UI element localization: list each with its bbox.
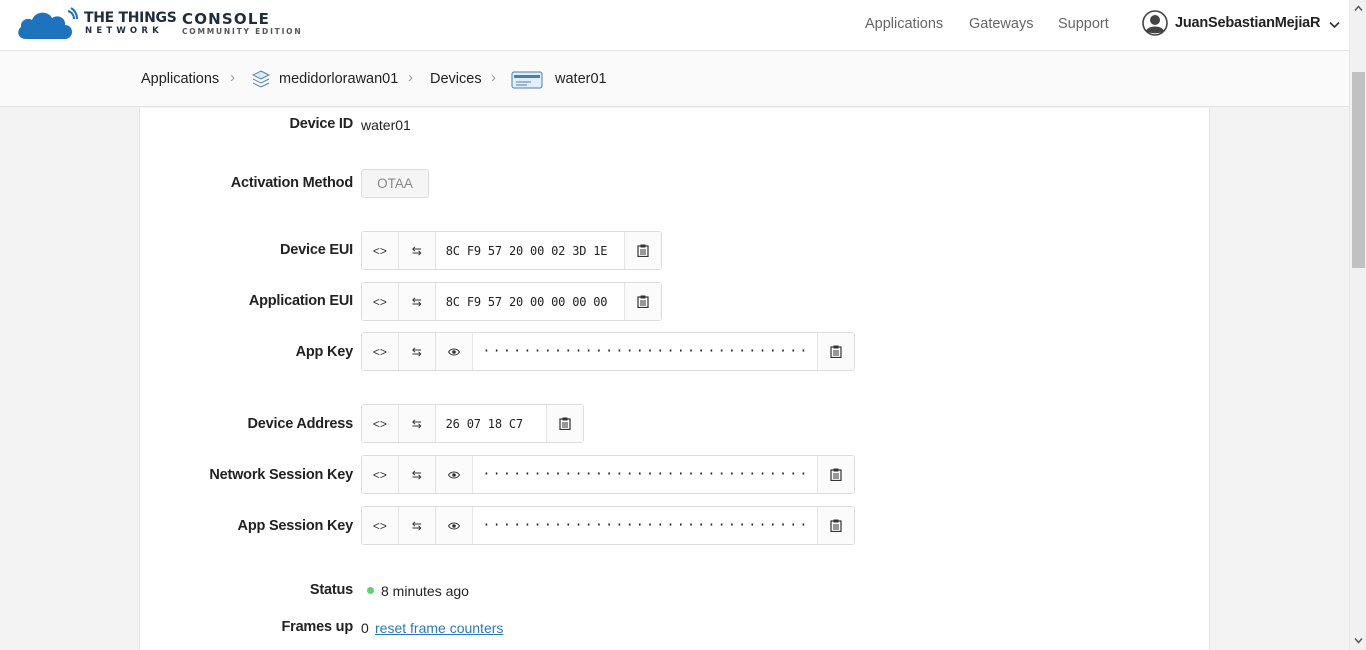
brand-line1: THE THINGS: [84, 10, 177, 26]
clipboard-icon[interactable]: [818, 456, 854, 493]
application-eui-value: 8C F9 57 20 00 00 00 00: [435, 283, 626, 320]
code-format-icon[interactable]: <>: [362, 405, 399, 442]
code-format-icon[interactable]: <>: [362, 283, 399, 320]
breadcrumb: Applications › medidorlorawan01 › Device…: [0, 51, 1349, 107]
frames-up-value: 0: [361, 620, 369, 636]
network-session-key-label: Network Session Key: [209, 467, 353, 483]
console-line2: COMMUNITY EDITION: [182, 27, 303, 36]
application-icon: [252, 70, 270, 88]
code-format-icon[interactable]: <>: [362, 507, 399, 544]
application-eui-label: Application EUI: [248, 293, 353, 309]
device-eui-label: Device EUI: [280, 242, 353, 258]
clipboard-icon[interactable]: [547, 405, 583, 442]
ttn-logo[interactable]: [16, 6, 78, 42]
status-label: Status: [309, 582, 353, 598]
clipboard-icon[interactable]: [625, 232, 661, 269]
brand-line2: NETWORK: [85, 26, 163, 36]
top-header: THE THINGS NETWORK CONSOLE COMMUNITY EDI…: [0, 0, 1349, 51]
status-indicator-dot: [367, 587, 374, 594]
breadcrumb-separator: ›: [408, 69, 413, 86]
frames-up-label: Frames up: [281, 619, 353, 635]
eye-icon[interactable]: [435, 507, 473, 544]
reset-frame-counters-link[interactable]: reset frame counters: [375, 620, 503, 636]
breadcrumb-application[interactable]: medidorlorawan01: [279, 71, 398, 87]
app-session-key-field: <> ⇆ ································: [361, 506, 855, 545]
nav-support[interactable]: Support: [1058, 16, 1109, 32]
cloud-icon: [18, 7, 78, 39]
app-key-label: App Key: [295, 344, 354, 360]
brand-name: THE THINGS NETWORK: [84, 10, 177, 37]
breadcrumb-devices[interactable]: Devices: [430, 71, 482, 87]
swap-byte-order-icon[interactable]: ⇆: [398, 456, 436, 493]
device-icon: [511, 71, 543, 89]
eye-icon[interactable]: [435, 456, 473, 493]
eye-icon[interactable]: [435, 333, 473, 370]
clipboard-icon[interactable]: [625, 283, 661, 320]
swap-byte-order-icon[interactable]: ⇆: [398, 405, 436, 442]
swap-byte-order-icon[interactable]: ⇆: [398, 232, 436, 269]
swap-byte-order-icon[interactable]: ⇆: [398, 283, 436, 320]
device-address-field: <> ⇆ 26 07 18 C7: [361, 404, 584, 443]
user-menu[interactable]: JuanSebastianMejiaR: [1142, 10, 1340, 36]
code-format-icon[interactable]: <>: [362, 333, 399, 370]
scroll-down-arrow-icon[interactable]: [1354, 636, 1363, 645]
device-address-value: 26 07 18 C7: [435, 405, 548, 442]
nav-gateways[interactable]: Gateways: [969, 16, 1033, 32]
scroll-up-arrow-icon[interactable]: [1354, 4, 1363, 13]
breadcrumb-device: water01: [555, 71, 607, 87]
user-name: JuanSebastianMejiaR: [1175, 15, 1321, 31]
app-session-key-value: ································: [473, 507, 819, 544]
code-format-icon[interactable]: <>: [362, 232, 399, 269]
swap-byte-order-icon[interactable]: ⇆: [398, 333, 436, 370]
console-line1: CONSOLE: [182, 10, 271, 28]
device-eui-field: <> ⇆ 8C F9 57 20 00 02 3D 1E: [361, 231, 662, 270]
activation-method-label: Activation Method: [230, 175, 353, 191]
swap-byte-order-icon[interactable]: ⇆: [398, 507, 436, 544]
clipboard-icon[interactable]: [818, 333, 854, 370]
network-session-key-field: <> ⇆ ································: [361, 455, 855, 494]
nav-applications[interactable]: Applications: [865, 16, 943, 32]
code-format-icon[interactable]: <>: [362, 456, 399, 493]
device-eui-value: 8C F9 57 20 00 02 3D 1E: [435, 232, 626, 269]
console-title: CONSOLE COMMUNITY EDITION: [182, 11, 302, 37]
app-session-key-label: App Session Key: [237, 518, 354, 534]
breadcrumb-separator: ›: [230, 69, 235, 86]
device-id-label: Device ID: [289, 116, 354, 132]
activation-method-badge: OTAA: [361, 169, 429, 198]
application-eui-field: <> ⇆ 8C F9 57 20 00 00 00 00: [361, 282, 662, 321]
device-address-label: Device Address: [247, 416, 354, 432]
chevron-down-icon: [1329, 21, 1340, 29]
breadcrumb-separator: ›: [491, 69, 496, 86]
breadcrumb-applications[interactable]: Applications: [141, 71, 219, 87]
scrollbar-thumb[interactable]: [1352, 72, 1365, 268]
network-session-key-value: ································: [473, 456, 819, 493]
app-key-value: ································: [473, 333, 819, 370]
device-id-value: water01: [361, 117, 411, 133]
avatar-icon: [1142, 10, 1168, 36]
status-value: 8 minutes ago: [381, 583, 469, 599]
app-key-field: <> ⇆ ································: [361, 332, 855, 371]
page-scrollbar[interactable]: [1349, 0, 1366, 650]
clipboard-icon[interactable]: [818, 507, 854, 544]
